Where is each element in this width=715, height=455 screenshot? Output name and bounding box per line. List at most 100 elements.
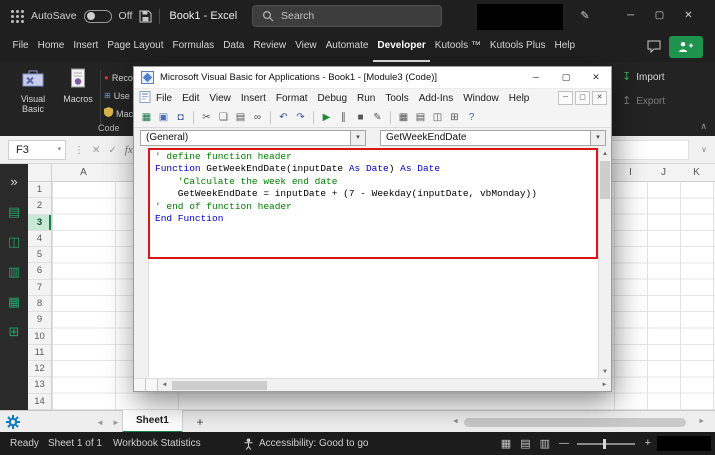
vba-help-icon[interactable]: ? <box>464 110 479 126</box>
macros-button[interactable]: Macros <box>58 68 98 104</box>
row-header-3[interactable]: 3 <box>28 215 51 231</box>
scroll-left-icon[interactable]: ◄ <box>158 382 171 388</box>
vba-object-browser-icon[interactable]: ◫ <box>430 110 445 126</box>
page-break-preview-icon[interactable]: ▥ <box>540 437 550 450</box>
autosave-toggle[interactable] <box>84 10 112 23</box>
object-dropdown-arrow-icon[interactable]: ▾ <box>350 131 365 145</box>
vba-menu-run[interactable]: Run <box>352 93 380 104</box>
vba-project-explorer-icon[interactable]: ▦ <box>396 110 411 126</box>
vertical-scroll-thumb[interactable] <box>600 161 610 199</box>
column-header-k[interactable]: K <box>680 164 713 182</box>
range-grid-icon[interactable]: ▦ <box>0 290 28 314</box>
vba-menu-add-ins[interactable]: Add-Ins <box>414 93 458 104</box>
restore-button[interactable]: ▢ <box>645 0 674 32</box>
import-button[interactable]: ↧ Import <box>622 71 665 83</box>
tab-automate[interactable]: Automate <box>321 32 373 62</box>
vba-toolbox-icon[interactable]: ⊞ <box>447 110 462 126</box>
comments-icon[interactable] <box>647 40 661 58</box>
tab-kutools-plus[interactable]: Kutools Plus <box>485 32 550 62</box>
vba-menu-insert[interactable]: Insert <box>236 93 271 104</box>
row-header-4[interactable]: 4 <box>28 231 51 247</box>
vba-insert-userform-icon[interactable]: ▣ <box>156 110 171 126</box>
vba-menu-tools[interactable]: Tools <box>380 93 413 104</box>
new-sheet-button[interactable]: + <box>190 411 210 433</box>
worksheet-icon[interactable]: ◫ <box>0 230 28 254</box>
vba-properties-window-icon[interactable]: ▤ <box>413 110 428 126</box>
tab-help[interactable]: Help <box>550 32 580 62</box>
sheet-horizontal-scroll-thumb[interactable] <box>464 418 686 427</box>
next-sheet-icon[interactable]: ► <box>112 418 120 427</box>
tab-data[interactable]: Data <box>219 32 249 62</box>
tab-view[interactable]: View <box>291 32 322 62</box>
scroll-up-icon[interactable]: ▲ <box>599 148 611 160</box>
procedure-dropdown-arrow-icon[interactable]: ▾ <box>590 131 605 145</box>
vba-close-button[interactable]: ✕ <box>581 67 611 88</box>
vba-child-minimize-button[interactable]: ─ <box>558 91 573 105</box>
vba-menu-debug[interactable]: Debug <box>313 93 352 104</box>
row-header-2[interactable]: 2 <box>28 198 51 214</box>
vba-child-restore-button[interactable]: ▢ <box>575 91 590 105</box>
row-header-9[interactable]: 9 <box>28 312 51 328</box>
row-header-5[interactable]: 5 <box>28 247 51 263</box>
vba-menu-window[interactable]: Window <box>458 93 504 104</box>
name-box[interactable]: F3 ▾ <box>8 140 66 160</box>
vba-menu-format[interactable]: Format <box>271 93 313 104</box>
collapse-ribbon-icon[interactable]: ∧ <box>700 121 707 132</box>
page-layout-view-icon[interactable]: ▤ <box>520 437 530 450</box>
vba-minimize-button[interactable]: ─ <box>521 67 551 88</box>
use-relative-references-button[interactable]: ⊞ Use Relative References <box>104 89 133 102</box>
vba-menu-view[interactable]: View <box>204 93 236 104</box>
zoom-out-icon[interactable]: — <box>559 432 569 455</box>
column-header-a[interactable]: A <box>52 164 115 182</box>
workbook-icon[interactable]: ▤ <box>0 200 28 224</box>
search-box[interactable]: Search <box>252 5 442 27</box>
vba-find-icon[interactable]: ∞ <box>250 110 265 126</box>
select-all-corner[interactable] <box>28 164 52 182</box>
column-header-j[interactable]: J <box>647 164 680 182</box>
procedure-dropdown[interactable]: GetWeekEndDate ▾ <box>380 130 606 146</box>
row-header-12[interactable]: 12 <box>28 361 51 377</box>
row-header-10[interactable]: 10 <box>28 329 51 345</box>
vba-copy-icon[interactable]: ❏ <box>216 110 231 126</box>
tab-review[interactable]: Review <box>249 32 291 62</box>
row-header-14[interactable]: 14 <box>28 394 51 410</box>
export-button[interactable]: ↥ Export <box>622 95 665 107</box>
row-header-8[interactable]: 8 <box>28 296 51 312</box>
zoom-slider[interactable] <box>577 443 635 445</box>
workbook-statistics-button[interactable]: Workbook Statistics <box>113 432 201 455</box>
macro-security-button[interactable]: Macro Security <box>104 107 133 120</box>
object-dropdown[interactable]: (General) ▾ <box>140 130 366 146</box>
vba-break-icon[interactable]: ∥ <box>336 110 351 126</box>
row-header-6[interactable]: 6 <box>28 263 51 279</box>
more-handle-icon[interactable]: ⋮ <box>74 145 84 156</box>
vba-reset-icon[interactable]: ■ <box>353 110 368 126</box>
enter-icon[interactable]: ✓ <box>108 145 116 156</box>
vba-menu-help[interactable]: Help <box>504 93 535 104</box>
code-editor[interactable]: ' define function headerFunction GetWeek… <box>134 148 611 378</box>
cancel-icon[interactable]: ✕ <box>92 145 100 156</box>
tab-insert[interactable]: Insert <box>69 32 103 62</box>
split-handle[interactable] <box>134 379 146 391</box>
editing-mode-pencil-icon[interactable]: ✎ <box>572 0 598 32</box>
share-button[interactable] <box>669 36 703 58</box>
code-margin-strip[interactable] <box>134 148 149 378</box>
vba-maximize-button[interactable]: ▢ <box>551 67 581 88</box>
vba-run-icon[interactable]: ▶ <box>319 110 334 126</box>
tab-kutools[interactable]: Kutools ™ <box>430 32 485 62</box>
row-header-11[interactable]: 11 <box>28 345 51 361</box>
save-icon[interactable] <box>139 10 152 23</box>
close-button[interactable]: ✕ <box>674 0 703 32</box>
tab-home[interactable]: Home <box>33 32 69 62</box>
column-list-icon[interactable]: ▥ <box>0 260 28 284</box>
expand-formula-bar-icon[interactable]: ∨ <box>701 136 707 164</box>
vba-undo-icon[interactable]: ↶ <box>276 110 291 126</box>
vba-menu-edit[interactable]: Edit <box>177 93 204 104</box>
row-header-1[interactable]: 1 <box>28 182 51 198</box>
tab-file[interactable]: File <box>8 32 33 62</box>
accessibility-status[interactable]: Accessibility: Good to go <box>243 432 369 455</box>
name-box-dropdown-icon[interactable]: ▾ <box>57 141 61 159</box>
visual-basic-button[interactable]: Visual Basic <box>10 68 56 114</box>
row-header-13[interactable]: 13 <box>28 377 51 393</box>
app-launcher-icon[interactable] <box>10 9 24 23</box>
normal-view-icon[interactable]: ▦ <box>501 437 511 450</box>
